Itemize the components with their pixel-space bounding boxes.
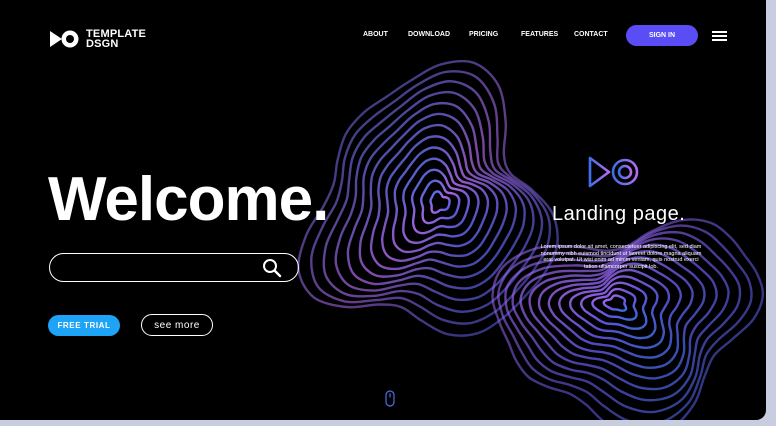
play-circle-logo-icon: [50, 30, 79, 48]
sign-in-button[interactable]: SIGN IN: [626, 25, 698, 46]
topographic-contour-line: [391, 146, 490, 254]
hamburger-line: [712, 31, 727, 33]
brand-name: TEMPLATE DSGN: [86, 29, 146, 50]
mouse-scroll-icon[interactable]: [385, 390, 395, 407]
nav-item-contact[interactable]: CONTACT: [574, 31, 608, 38]
topographic-contour-line: [602, 294, 628, 312]
nav-item-download[interactable]: DOWNLOAD: [408, 31, 450, 38]
topographic-contour-line: [420, 179, 461, 225]
nav-item-pricing[interactable]: PRICING: [469, 31, 498, 38]
landing-title: Landing page.: [552, 203, 686, 225]
brand-line-2: DSGN: [86, 38, 119, 50]
free-trial-button[interactable]: FREE TRIAL: [48, 315, 120, 336]
nav-item-features[interactable]: FEATURES: [521, 31, 558, 38]
hamburger-line: [712, 35, 727, 37]
hamburger-line: [712, 39, 727, 41]
see-more-button[interactable]: see more: [141, 314, 213, 336]
play-circle-logo-icon: [588, 156, 639, 188]
hero-headline: Welcome.: [48, 165, 329, 234]
hamburger-menu-icon[interactable]: [712, 31, 727, 41]
nav-item-about[interactable]: ABOUT: [363, 31, 388, 38]
landing-page: TEMPLATE DSGN ABOUT DOWNLOAD PRICING FEA…: [0, 0, 766, 420]
search-icon[interactable]: [262, 258, 282, 278]
brand-logo[interactable]: TEMPLATE DSGN: [48, 28, 146, 50]
landing-description: Lorem ipsum dolor sit amet, consectetuer…: [540, 244, 702, 271]
search-input[interactable]: [64, 258, 264, 278]
topographic-contour-line: [429, 190, 451, 214]
